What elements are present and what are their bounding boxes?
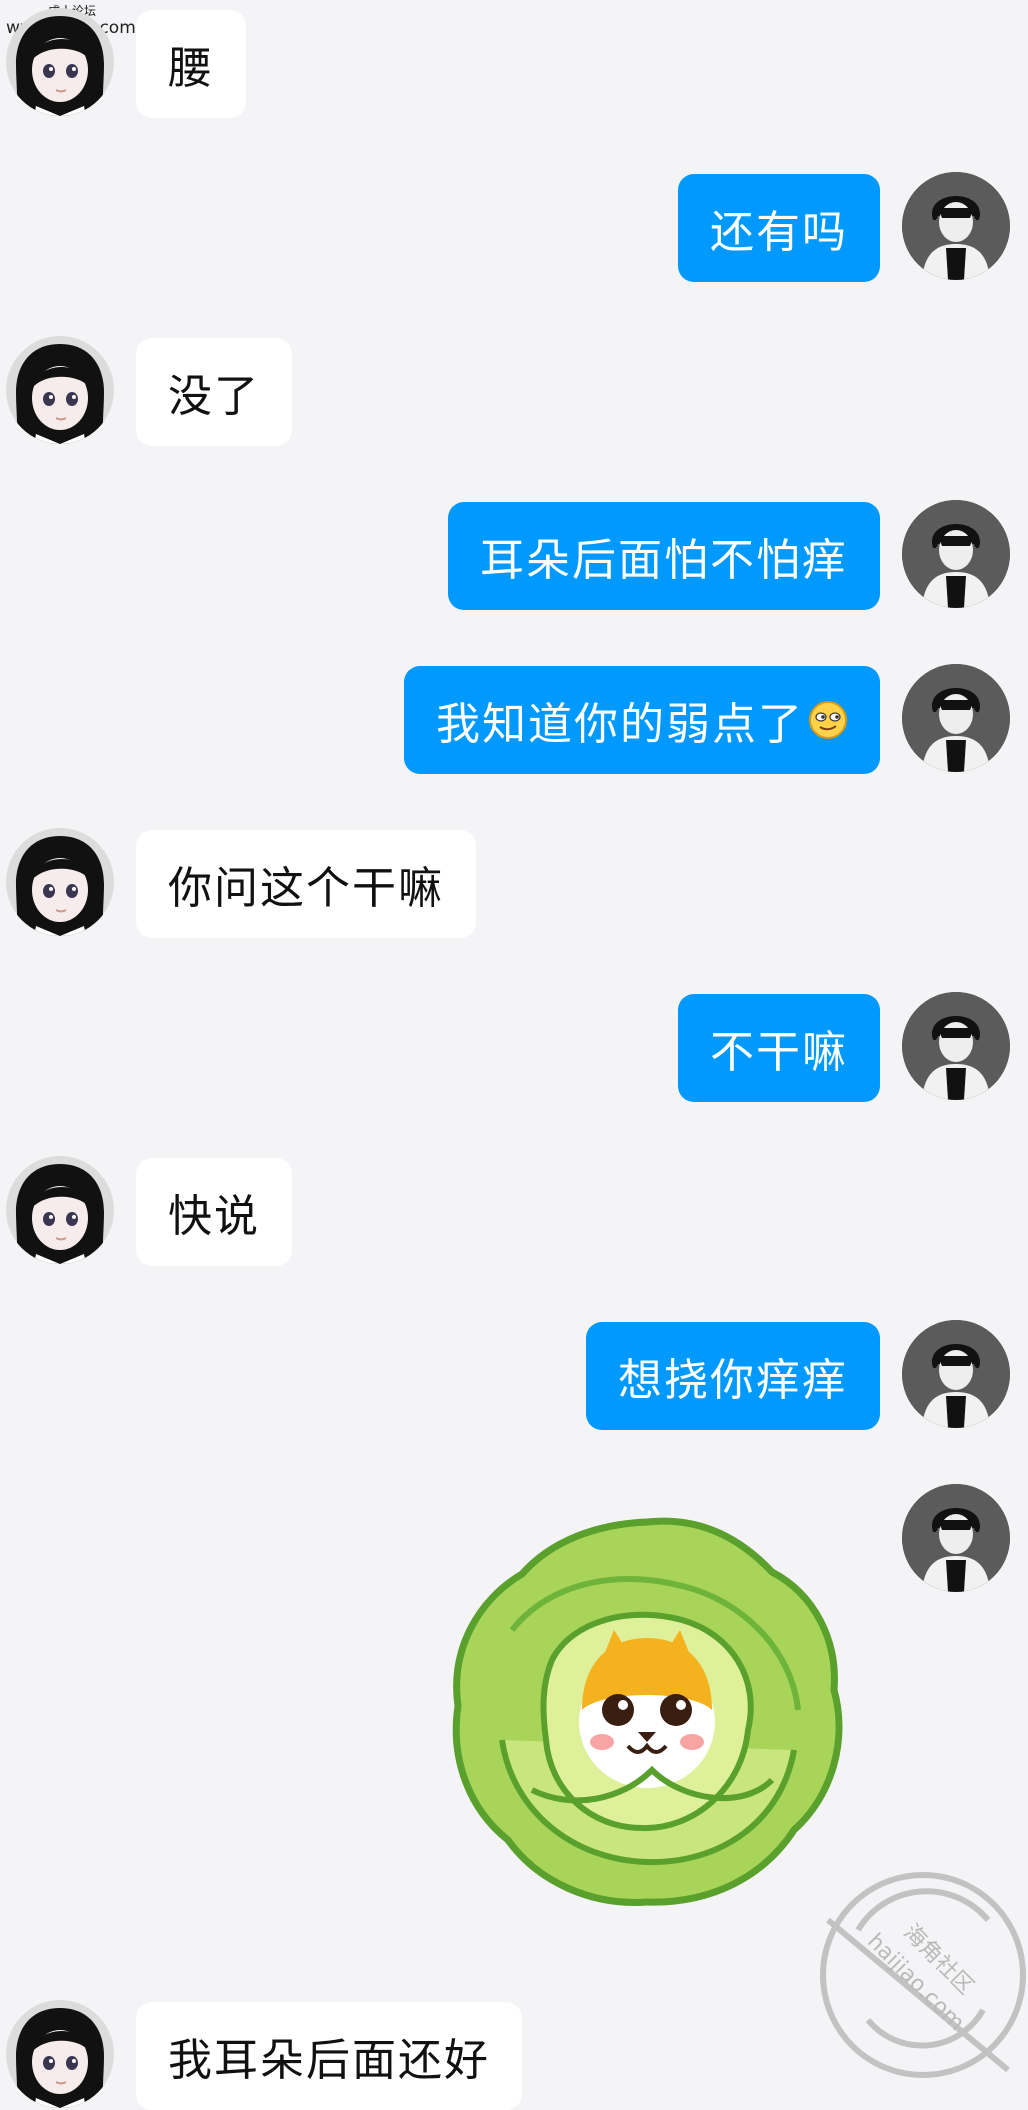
self-avatar[interactable]	[902, 1320, 1010, 1428]
contact-avatar[interactable]	[6, 8, 114, 116]
message-row: 耳朵后面怕不怕痒	[0, 500, 1028, 610]
message-row: 不干嘛	[0, 992, 1028, 1102]
watermark-logo: 海角社区 haijiao.com	[820, 1872, 1026, 2078]
incoming-message-bubble[interactable]: 我耳朵后面还好	[136, 2002, 522, 2110]
cabbage-dog-sticker[interactable]	[442, 1510, 852, 1910]
message-row: 没了	[0, 336, 1028, 446]
outgoing-message-bubble[interactable]: 想挠你痒痒	[586, 1322, 880, 1430]
contact-avatar[interactable]	[6, 336, 114, 444]
incoming-message-bubble[interactable]: 腰	[136, 10, 246, 118]
incoming-message-bubble[interactable]: 你问这个干嘛	[136, 830, 476, 938]
message-row: 还有吗	[0, 172, 1028, 282]
outgoing-message-bubble[interactable]: 不干嘛	[678, 994, 880, 1102]
self-avatar[interactable]	[902, 1484, 1010, 1592]
message-row: 你问这个干嘛	[0, 828, 1028, 938]
message-row: 我知道你的弱点了	[0, 664, 1028, 774]
outgoing-message-bubble[interactable]: 耳朵后面怕不怕痒	[448, 502, 880, 610]
message-row: 腰	[0, 8, 1028, 118]
message-text: 我知道你的弱点了	[436, 699, 804, 750]
incoming-message-bubble[interactable]: 没了	[136, 338, 292, 446]
self-avatar[interactable]	[902, 664, 1010, 772]
self-avatar[interactable]	[902, 172, 1010, 280]
message-row: 想挠你痒痒	[0, 1320, 1028, 1430]
self-avatar[interactable]	[902, 992, 1010, 1100]
self-avatar[interactable]	[902, 500, 1010, 608]
smirk-emoji-icon	[809, 701, 847, 739]
outgoing-message-bubble[interactable]: 我知道你的弱点了	[404, 666, 880, 774]
contact-avatar[interactable]	[6, 2000, 114, 2108]
outgoing-message-bubble[interactable]: 还有吗	[678, 174, 880, 282]
contact-avatar[interactable]	[6, 828, 114, 936]
contact-avatar[interactable]	[6, 1156, 114, 1264]
message-row: 快说	[0, 1156, 1028, 1266]
incoming-message-bubble[interactable]: 快说	[136, 1158, 292, 1266]
